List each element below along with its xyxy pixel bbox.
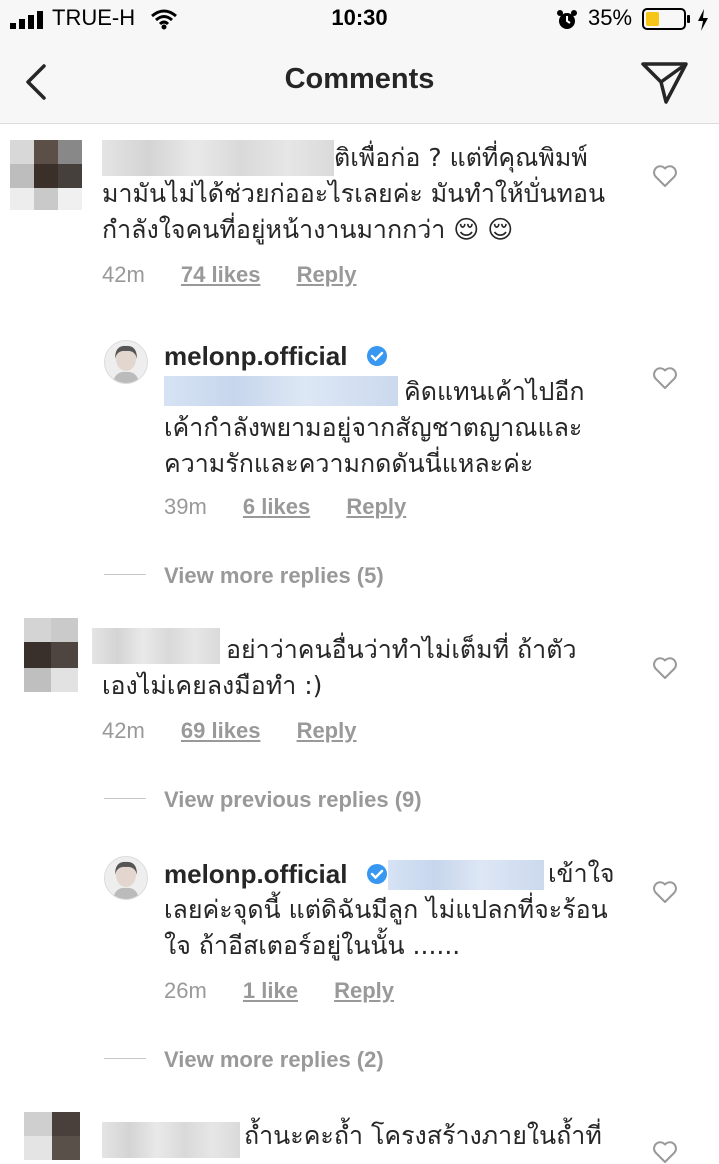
reply-button[interactable]: Reply xyxy=(346,494,406,519)
comment-text: กำลังใจคนที่อยู่หน้างานมากกว่า 😌 😌 xyxy=(102,215,514,244)
avatar[interactable] xyxy=(24,618,78,692)
battery-level xyxy=(646,12,659,26)
comment-time: 26m xyxy=(164,978,207,1003)
view-previous-replies-button[interactable]: View previous replies (9) xyxy=(164,787,422,813)
status-bar: TRUE-H 10:30 35% xyxy=(0,0,719,40)
blurred-mention xyxy=(388,860,544,890)
view-more-replies-button[interactable]: View more replies (2) xyxy=(164,1047,384,1073)
comment-meta: 42m 69 likes Reply xyxy=(102,718,386,744)
battery-icon xyxy=(642,8,686,30)
likes-count[interactable]: 6 likes xyxy=(243,494,310,519)
reply-button[interactable]: Reply xyxy=(297,262,357,287)
comment-text: ติเพื่อก่อ ? แต่ที่คุณพิมพ์ xyxy=(334,143,588,172)
blurred-username xyxy=(102,1122,240,1158)
header-bar: Comments xyxy=(0,40,719,124)
heart-icon[interactable] xyxy=(652,164,678,188)
comment-time: 42m xyxy=(102,262,145,287)
comment-time: 39m xyxy=(164,494,207,519)
divider xyxy=(104,798,146,799)
avatar[interactable] xyxy=(104,856,148,900)
comment-text: เข้าใจ xyxy=(548,859,615,888)
comment-text: เองไม่เคยลงมือทำ :) xyxy=(102,671,323,700)
heart-icon[interactable] xyxy=(652,880,678,904)
paper-plane-icon[interactable] xyxy=(640,60,690,106)
reply-button[interactable]: Reply xyxy=(334,978,394,1003)
charging-icon xyxy=(698,9,708,31)
comment-text: มามันไม่ได้ช่วยก่ออะไรเลยค่ะ มันทำให้บั่… xyxy=(102,179,606,208)
comment-time: 42m xyxy=(102,718,145,743)
avatar[interactable] xyxy=(10,140,82,210)
likes-count[interactable]: 69 likes xyxy=(181,718,261,743)
comment-text: อย่าว่าคนอื่นว่าทำไม่เต็มที่ ถ้าตัว xyxy=(226,635,577,664)
avatar[interactable] xyxy=(104,340,148,384)
battery-percent: 35% xyxy=(588,5,633,30)
verified-badge-icon xyxy=(367,346,387,366)
comment-text: ถ้ำนะคะถ้ำ โครงสร้างภายในถ้ำที่ xyxy=(244,1121,602,1150)
blurred-username xyxy=(92,628,220,664)
view-more-replies-button[interactable]: View more replies (5) xyxy=(164,563,384,589)
comment-text: เลยค่ะจุดนี้ แต่ดิฉันมีลูก ไม่แปลกที่จะร… xyxy=(164,895,608,924)
comment-meta: 26m 1 like Reply xyxy=(164,978,424,1004)
divider xyxy=(104,1058,146,1059)
comment-meta: 42m 74 likes Reply xyxy=(102,262,386,288)
alarm-icon xyxy=(557,10,577,29)
blurred-mention xyxy=(164,376,398,406)
likes-count[interactable]: 1 like xyxy=(243,978,298,1003)
verified-badge-icon xyxy=(367,864,387,884)
divider xyxy=(104,574,146,575)
heart-icon[interactable] xyxy=(652,1140,678,1164)
comment-username[interactable]: melonp.official xyxy=(164,856,347,892)
heart-icon[interactable] xyxy=(652,656,678,680)
avatar[interactable] xyxy=(24,1112,80,1160)
blurred-username xyxy=(102,140,334,176)
comment-text: ใจ ถ้าอีสเตอร์อยู่ในนั้น ...... xyxy=(164,931,461,960)
comment-meta: 39m 6 likes Reply xyxy=(164,494,436,520)
likes-count[interactable]: 74 likes xyxy=(181,262,261,287)
heart-icon[interactable] xyxy=(652,366,678,390)
comment-text: คิดแทนเค้าไปอีก xyxy=(404,377,585,406)
battery-tip xyxy=(687,15,690,23)
comment-text: ความรักและความกดดันนี่แหละค่ะ xyxy=(164,449,534,478)
comment-text: เค้ากำลังพยามอยู่จากสัญชาตญาณและ xyxy=(164,413,583,442)
page-title: Comments xyxy=(284,63,435,95)
comment-username[interactable]: melonp.official xyxy=(164,338,347,374)
reply-button[interactable]: Reply xyxy=(297,718,357,743)
